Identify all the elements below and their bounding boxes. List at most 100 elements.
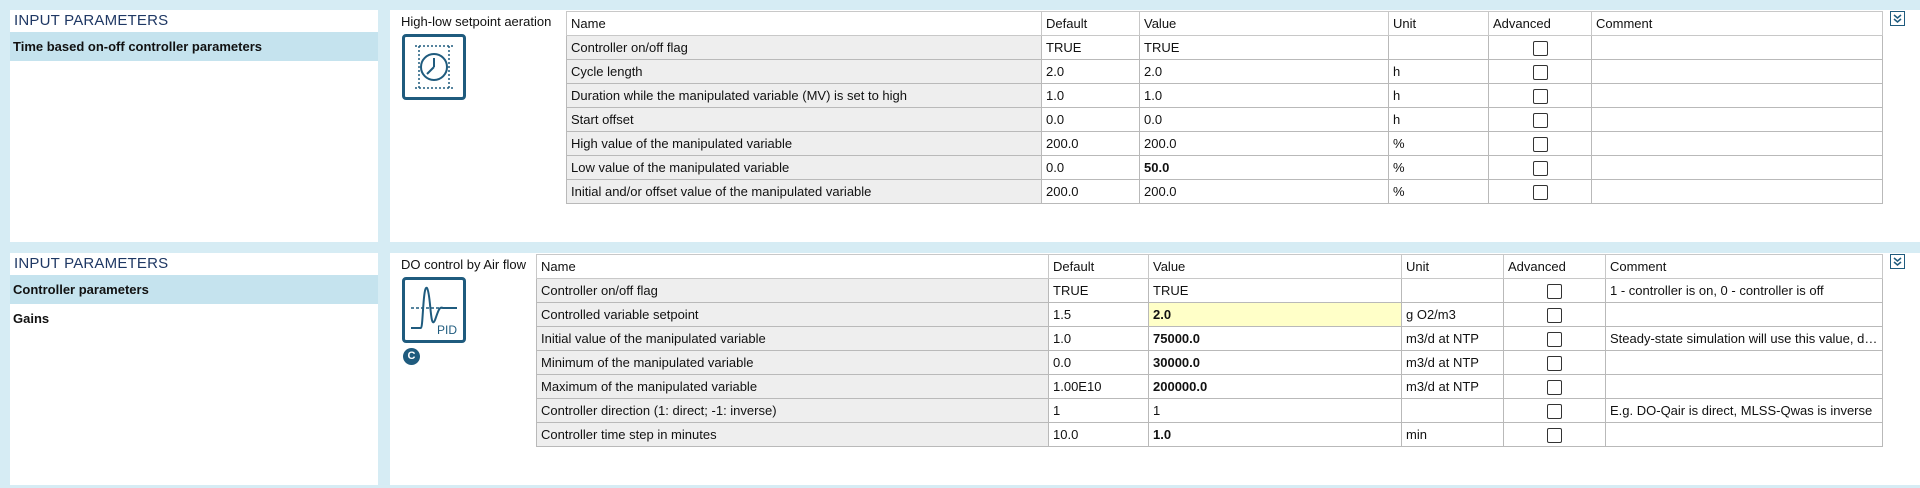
column-header-default[interactable]: Default xyxy=(1048,254,1149,279)
advanced-checkbox[interactable] xyxy=(1532,184,1548,200)
param-value-cell[interactable]: 0.0 xyxy=(1139,107,1389,132)
param-value-cell[interactable]: 1 xyxy=(1148,398,1402,423)
param-value-cell[interactable]: 1.0 xyxy=(1139,83,1389,108)
advanced-checkbox[interactable] xyxy=(1547,331,1562,347)
column-header-default[interactable]: Default xyxy=(1041,11,1140,36)
category-item-gains[interactable]: Gains xyxy=(10,304,378,333)
parameter-table-area: DO control by Air flow PID C Name Default… xyxy=(390,253,1920,485)
param-comment-cell[interactable] xyxy=(1605,422,1883,447)
param-comment-cell[interactable] xyxy=(1591,179,1883,204)
table-row: High value of the manipulated variable 20… xyxy=(566,131,1883,156)
advanced-checkbox[interactable] xyxy=(1547,355,1562,371)
param-value-cell[interactable]: 2.0 xyxy=(1139,59,1389,84)
controller-panel-1: INPUT PARAMETERS Time based on-off contr… xyxy=(0,10,1920,245)
column-header-value[interactable]: Value xyxy=(1148,254,1402,279)
param-value-cell[interactable]: TRUE xyxy=(1148,278,1402,303)
param-default-cell: 1.5 xyxy=(1048,302,1149,327)
param-value-cell[interactable]: 1.0 xyxy=(1148,422,1402,447)
table-row: Controlled variable setpoint 1.5 2.0 g O2/m… xyxy=(536,302,1883,327)
table-row: Cycle length 2.0 2.0 h xyxy=(566,59,1883,84)
column-header-value[interactable]: Value xyxy=(1139,11,1389,36)
param-value-cell[interactable]: 2.0 xyxy=(1148,302,1402,327)
table-row: Initial and/or offset value of the manip… xyxy=(566,179,1883,204)
param-comment-cell[interactable] xyxy=(1591,83,1883,108)
column-header-advanced[interactable]: Advanced xyxy=(1503,254,1606,279)
param-comment-cell[interactable] xyxy=(1591,107,1883,132)
param-comment-cell[interactable] xyxy=(1591,131,1883,156)
param-advanced-cell xyxy=(1488,83,1592,108)
param-unit-cell: h xyxy=(1388,107,1489,132)
param-value-cell[interactable]: 200.0 xyxy=(1139,131,1389,156)
advanced-checkbox[interactable] xyxy=(1547,283,1562,299)
table-header-row: Name Default Value Unit Advanced Comment xyxy=(536,254,1883,279)
column-header-name[interactable]: Name xyxy=(536,254,1049,279)
column-header-unit[interactable]: Unit xyxy=(1401,254,1504,279)
param-name-cell: Low value of the manipulated variable xyxy=(566,155,1042,180)
advanced-checkbox[interactable] xyxy=(1532,88,1548,104)
advanced-checkbox[interactable] xyxy=(1547,379,1562,395)
advanced-checkbox[interactable] xyxy=(1547,427,1562,443)
column-header-comment[interactable]: Comment xyxy=(1605,254,1883,279)
param-default-cell: 1.0 xyxy=(1041,83,1140,108)
parameter-table-area: High-low setpoint aeration Name Default … xyxy=(390,10,1920,242)
param-unit-cell: m3/d at NTP xyxy=(1401,350,1504,375)
collapse-toggle-icon[interactable] xyxy=(1890,254,1905,269)
param-value-cell[interactable]: 75000.0 xyxy=(1148,326,1402,351)
table-row: Controller time step in minutes 10.0 1.0 mi… xyxy=(536,422,1883,447)
pid-icon: PID xyxy=(402,277,466,343)
param-value-cell[interactable]: TRUE xyxy=(1139,35,1389,60)
param-unit-cell: % xyxy=(1388,155,1489,180)
param-value-cell[interactable]: 30000.0 xyxy=(1148,350,1402,375)
param-unit-cell: h xyxy=(1388,83,1489,108)
param-advanced-cell xyxy=(1503,398,1606,423)
parameters-table: Name Default Value Unit Advanced Comment Cont… xyxy=(536,254,1883,447)
param-comment-cell[interactable]: E.g. DO-Qair is direct, MLSS-Qwas is inv… xyxy=(1605,398,1883,423)
advanced-checkbox[interactable] xyxy=(1547,403,1562,419)
advanced-checkbox[interactable] xyxy=(1547,307,1562,323)
model-title: DO control by Air flow xyxy=(401,257,526,272)
param-default-cell: 0.0 xyxy=(1048,350,1149,375)
param-advanced-cell xyxy=(1488,155,1592,180)
column-header-comment[interactable]: Comment xyxy=(1591,11,1883,36)
param-value-cell[interactable]: 200.0 xyxy=(1139,179,1389,204)
param-name-cell: Minimum of the manipulated variable xyxy=(536,350,1049,375)
model-title: High-low setpoint aeration xyxy=(401,14,552,29)
param-name-cell: Controller time step in minutes xyxy=(536,422,1049,447)
column-header-unit[interactable]: Unit xyxy=(1388,11,1489,36)
param-comment-cell[interactable]: Steady-state simulation will use this va… xyxy=(1605,326,1883,351)
param-default-cell: 200.0 xyxy=(1041,131,1140,156)
param-default-cell: 0.0 xyxy=(1041,155,1140,180)
param-advanced-cell xyxy=(1503,422,1606,447)
param-comment-cell[interactable]: 1 - controller is on, 0 - controller is … xyxy=(1605,278,1883,303)
table-row: Low value of the manipulated variable 0.0… xyxy=(566,155,1883,180)
table-row: Initial value of the manipulated variabl… xyxy=(536,326,1883,351)
param-comment-cell[interactable] xyxy=(1605,302,1883,327)
param-default-cell: TRUE xyxy=(1041,35,1140,60)
param-name-cell: Duration while the manipulated variable … xyxy=(566,83,1042,108)
advanced-checkbox[interactable] xyxy=(1532,112,1548,128)
advanced-checkbox[interactable] xyxy=(1532,136,1548,152)
param-comment-cell[interactable] xyxy=(1605,374,1883,399)
param-name-cell: Maximum of the manipulated variable xyxy=(536,374,1049,399)
param-advanced-cell xyxy=(1488,179,1592,204)
param-unit-cell: % xyxy=(1388,179,1489,204)
param-value-cell[interactable]: 200000.0 xyxy=(1148,374,1402,399)
param-comment-cell[interactable] xyxy=(1605,350,1883,375)
category-item-controller-parameters[interactable]: Controller parameters xyxy=(10,275,378,304)
category-item-time-based[interactable]: Time based on-off controller parameters xyxy=(10,32,378,61)
param-name-cell: Controller direction (1: direct; -1: inv… xyxy=(536,398,1049,423)
param-comment-cell[interactable] xyxy=(1591,155,1883,180)
param-name-cell: Initial and/or offset value of the manip… xyxy=(566,179,1042,204)
param-unit-cell xyxy=(1388,35,1489,60)
column-header-advanced[interactable]: Advanced xyxy=(1488,11,1592,36)
param-value-cell[interactable]: 50.0 xyxy=(1139,155,1389,180)
table-row: Controller on/off flag TRUE TRUE 1 - contro… xyxy=(536,278,1883,303)
advanced-checkbox[interactable] xyxy=(1532,40,1548,56)
param-advanced-cell xyxy=(1503,326,1606,351)
param-comment-cell[interactable] xyxy=(1591,59,1883,84)
collapse-toggle-icon[interactable] xyxy=(1890,11,1905,26)
param-comment-cell[interactable] xyxy=(1591,35,1883,60)
advanced-checkbox[interactable] xyxy=(1532,64,1548,80)
column-header-name[interactable]: Name xyxy=(566,11,1042,36)
advanced-checkbox[interactable] xyxy=(1532,160,1548,176)
